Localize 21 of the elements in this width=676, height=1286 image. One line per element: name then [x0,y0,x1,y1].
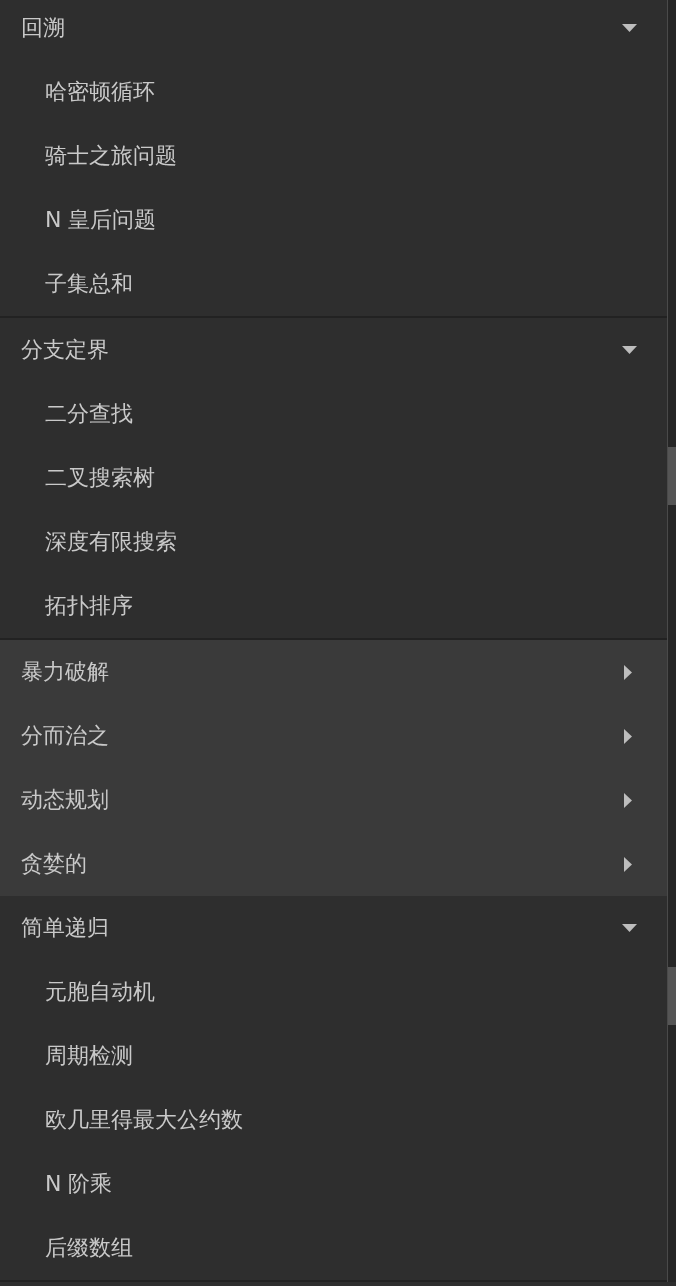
menu-item[interactable]: 二分查找 [0,382,667,446]
menu-item[interactable]: N 皇后问题 [0,188,667,252]
menu-item[interactable]: 后缀数组 [0,1216,667,1280]
scrollbar[interactable] [668,0,676,1282]
menu-item[interactable]: 元胞自动机 [0,960,667,1024]
group-header[interactable]: 暴力破解 [0,640,667,704]
menu-item[interactable]: 周期检测 [0,1024,667,1088]
group-header[interactable]: 回溯 [0,0,667,60]
menu-item[interactable]: 子集总和 [0,252,667,316]
menu-item[interactable]: 深度有限搜索 [0,510,667,574]
group-header[interactable]: 分支定界 [0,318,667,382]
menu-item[interactable]: 哈密顿循环 [0,60,667,124]
group-header[interactable]: 动态规划 [0,768,667,832]
menu-item[interactable]: 骑士之旅问题 [0,124,667,188]
group-header[interactable]: 简单递归 [0,896,667,960]
menu-item[interactable]: 二叉搜索树 [0,446,667,510]
menu-item[interactable]: N 阶乘 [0,1152,667,1216]
menu-item[interactable]: 拓扑排序 [0,574,667,638]
group-header[interactable]: 分而治之 [0,704,667,768]
menu-item[interactable]: 欧几里得最大公约数 [0,1088,667,1152]
group-header[interactable]: 贪婪的 [0,832,667,896]
